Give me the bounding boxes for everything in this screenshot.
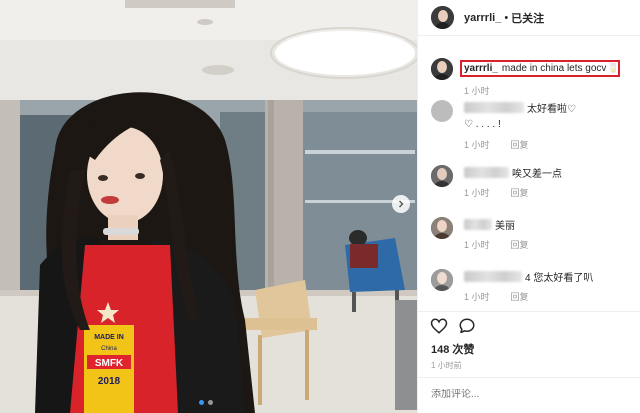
comment-text: 唉又差一点 [512,168,562,180]
reply-button[interactable]: 回复 [511,186,529,199]
shirt-print-text-3: SMFK [95,358,124,369]
blurred-username[interactable] [464,101,524,113]
comment-text: 太好看啦♡ [527,103,576,115]
follow-status-button[interactable]: 已关注 [511,10,544,26]
comment-time: 1 小时 [464,188,490,198]
post-actions [430,317,476,335]
carousel-dot-1[interactable] [199,400,204,405]
blurred-username[interactable] [464,218,492,230]
comment-text-extra: ♡ . . . . ! [464,118,501,130]
comment-text: 美丽 [495,220,515,232]
carousel-next-button[interactable] [392,195,410,213]
comment-text: 4 您太好看了叭 [525,272,594,284]
reply-button[interactable]: 回复 [511,138,529,151]
comment-item: 唉又差一点 1 小时 回复 [431,165,562,199]
carousel-dot-2[interactable] [208,400,213,405]
caption-username[interactable]: yarrrli_ [464,63,498,74]
shirt-print-text-4: 2018 [98,376,121,387]
add-comment-input[interactable] [431,389,621,400]
speech-bubble-icon[interactable] [458,317,476,335]
post-photo[interactable]: MADE IN China SMFK 2018 [0,0,417,413]
actions-divider [418,311,640,312]
caption-highlight-box: yarrrli_ made in china lets gocv 🥛 [460,60,620,77]
caption-time: 1 小时 [464,86,490,96]
author-avatar[interactable] [431,6,454,29]
like-count[interactable]: 148 次赞 [431,341,474,357]
author-username[interactable]: yarrrli_ [464,12,501,24]
shirt-print-text-1: MADE IN [94,334,124,341]
post-timestamp: 1 小时前 [431,361,462,370]
chevron-right-icon [399,200,404,208]
blurred-username[interactable] [464,270,522,282]
reply-button[interactable]: 回复 [511,238,529,251]
caption-item: yarrrli_ made in china lets gocv 🥛 1 小时 [431,58,620,97]
commenter-avatar[interactable] [431,165,453,187]
post-side-panel: yarrrli_ • 已关注 yarrrli_ made in china le… [417,0,640,413]
comment-item: 4 您太好看了叭 1 小时 回复 [431,269,593,303]
heart-icon[interactable] [430,317,448,335]
comment-item: 太好看啦♡ ♡ . . . . ! 1 小时 回复 [431,100,576,151]
comment-input-divider [418,377,640,378]
photo-image: MADE IN China SMFK 2018 [0,0,417,413]
caption-emoji: 🥛 [607,63,619,73]
caption-text: made in china lets gocv [501,63,607,74]
post-header: yarrrli_ • 已关注 [418,0,640,36]
caption-avatar[interactable] [431,58,453,80]
comment-time: 1 小时 [464,140,490,150]
comment-time: 1 小时 [464,240,490,250]
shirt-print-text-2: China [101,346,117,352]
comment-time: 1 小时 [464,292,490,302]
commenter-avatar[interactable] [431,100,453,122]
reply-button[interactable]: 回复 [511,290,529,303]
header-separator: • [504,11,509,24]
comment-item: 美丽 1 小时 回复 [431,217,529,251]
commenter-avatar[interactable] [431,269,453,291]
commenter-avatar[interactable] [431,217,453,239]
blurred-username[interactable] [464,166,509,178]
carousel-dots [199,400,213,405]
